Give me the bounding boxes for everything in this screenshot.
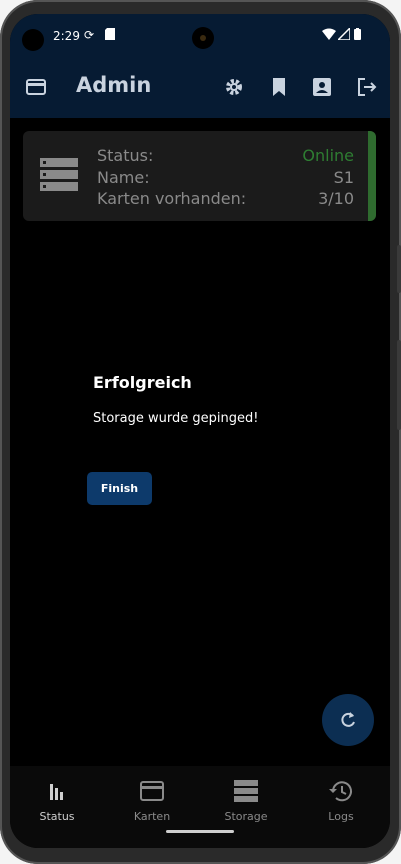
status-indicator-bar [368, 131, 376, 221]
name-label: Name: [97, 168, 150, 187]
bottom-navigation: Status Karten Storage Logs [10, 766, 390, 848]
nav-item-karten[interactable]: Karten [112, 778, 192, 823]
status-label: Status: [97, 146, 154, 165]
refresh-icon [341, 712, 355, 727]
dialog-title: Erfolgreich [93, 373, 192, 392]
dialog-message: Storage wurde gepinged! [93, 411, 259, 426]
status-bar: 2:29 ⟳ [10, 14, 390, 56]
page-title: Admin [76, 73, 152, 97]
bookmark-icon[interactable] [268, 76, 290, 98]
nav-label-karten: Karten [133, 810, 171, 823]
finish-button[interactable]: Finish [87, 472, 152, 505]
history-icon [328, 778, 354, 804]
wifi-icon [322, 28, 336, 43]
status-time: 2:29 [53, 29, 80, 43]
gear-icon[interactable] [223, 76, 245, 98]
cards-value: 3/10 [318, 189, 354, 208]
storage-status-card[interactable]: Status: Online Name: S1 Karten vorhanden… [23, 131, 376, 221]
front-camera [22, 29, 44, 51]
sd-card-icon [105, 28, 115, 43]
phone-frame: 2:29 ⟳ Admin Status: Online Name: S1 Kar… [0, 0, 401, 864]
card-icon[interactable] [25, 76, 47, 98]
volume-button [397, 340, 401, 430]
nav-item-storage[interactable]: Storage [206, 778, 286, 823]
status-value: Online [302, 146, 354, 165]
signal-icon [336, 26, 351, 43]
nav-label-status: Status [39, 810, 75, 823]
battery-icon [354, 28, 361, 43]
nav-item-logs[interactable]: Logs [301, 778, 381, 823]
cards-label: Karten vorhanden: [97, 189, 247, 208]
contact-icon[interactable] [311, 76, 333, 98]
storage-icon [233, 778, 259, 804]
sync-icon: ⟳ [84, 28, 95, 42]
app-bar: Admin [10, 56, 390, 118]
nav-item-status[interactable]: Status [17, 778, 97, 823]
bar-chart-icon [44, 778, 70, 804]
refresh-button[interactable] [322, 694, 374, 746]
nav-label-storage: Storage [224, 810, 268, 823]
earpiece-sensor [192, 27, 214, 49]
logout-icon[interactable] [356, 76, 378, 98]
power-button [397, 245, 401, 293]
card-icon [139, 778, 165, 804]
name-value: S1 [333, 168, 354, 187]
home-indicator[interactable] [166, 830, 234, 833]
screen: 2:29 ⟳ Admin Status: Online Name: S1 Kar… [10, 14, 390, 848]
storage-icon [40, 158, 78, 196]
nav-label-logs: Logs [328, 810, 354, 823]
